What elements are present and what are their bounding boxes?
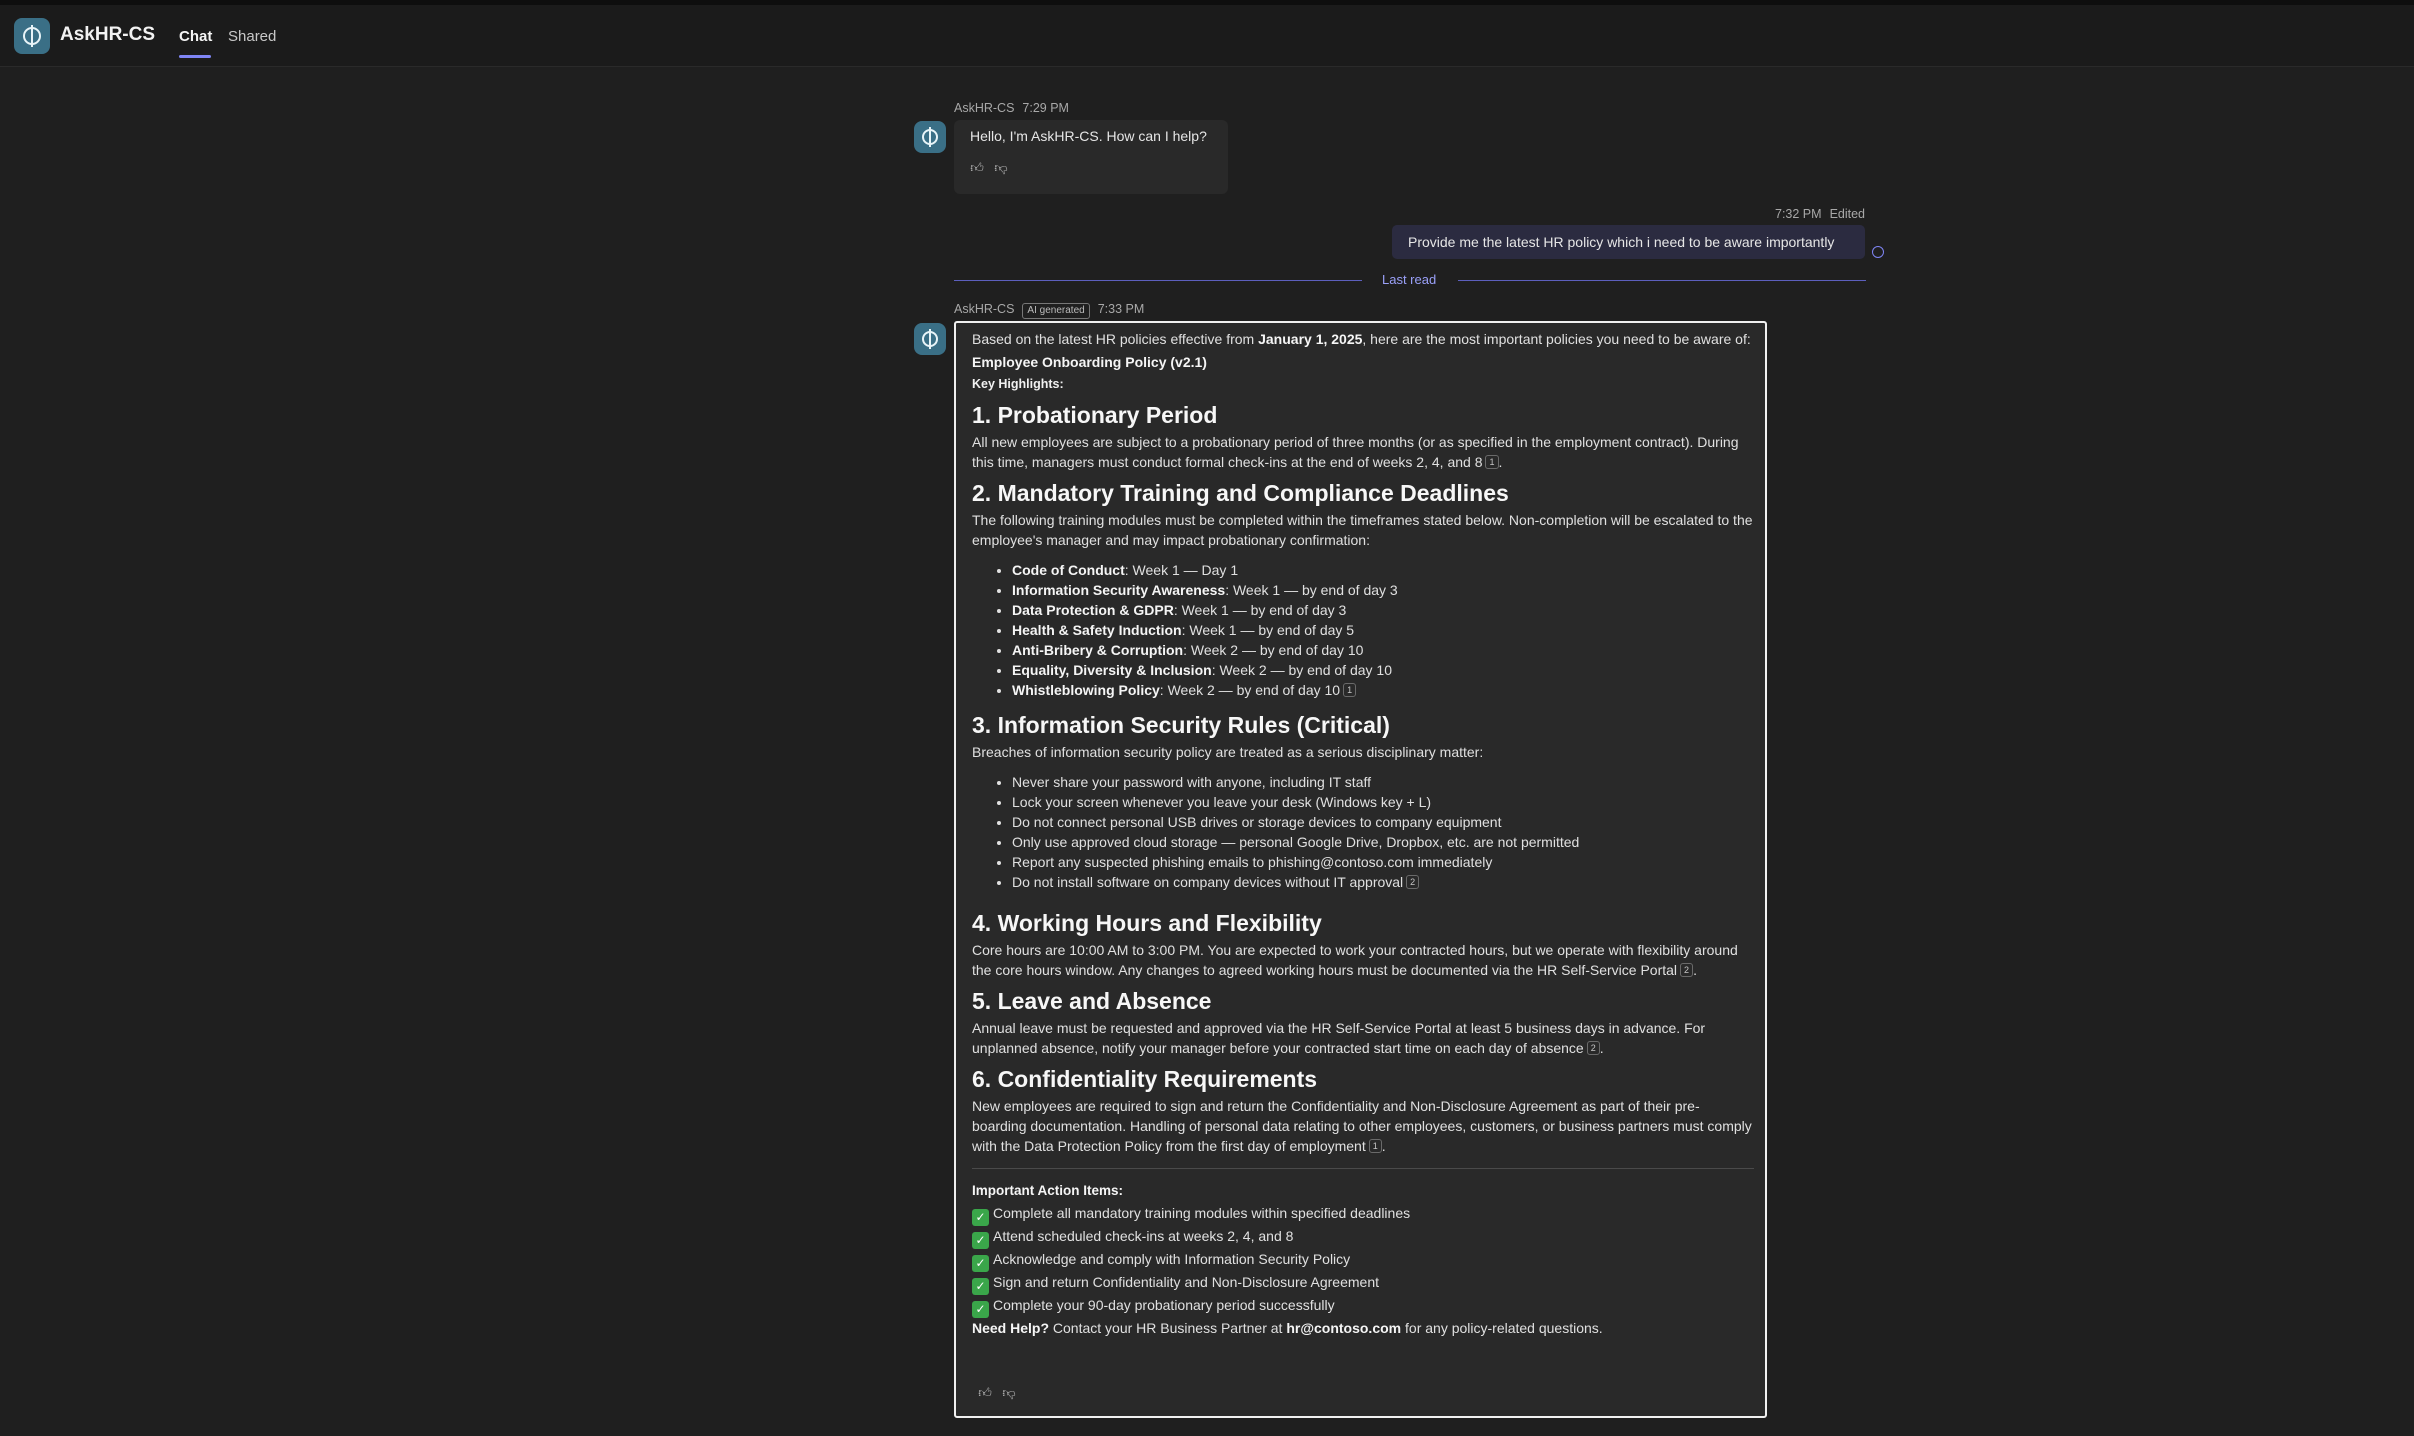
bot-message-greeting: Hello, I'm AskHR-CS. How can I help? 👍︎ … — [954, 120, 1228, 194]
action-items-title: Important Action Items: — [972, 1183, 1124, 1198]
ai-generated-badge: AI generated — [1022, 303, 1090, 319]
section-text: Core hours are 10:00 AM to 3:00 PM. You … — [972, 942, 1738, 978]
help-line: Need Help? Contact your HR Business Part… — [972, 1320, 1603, 1336]
message-meta: AskHR-CS 7:29 PM — [954, 101, 1077, 115]
list-item: Anti-Bribery & Corruption: Week 2 — by e… — [1012, 640, 1754, 660]
action-item: ✓ Complete your 90-day probationary perio… — [972, 1295, 1754, 1318]
user-message-meta: 7:32 PM Edited — [1775, 207, 1873, 221]
bot-avatar-icon — [914, 323, 946, 355]
section-heading: 2. Mandatory Training and Compliance Dea… — [972, 480, 1509, 506]
thumbs-down-icon[interactable]: 👎︎ — [1002, 1386, 1016, 1400]
divider-line-right — [1458, 280, 1866, 281]
message-text: Hello, I'm AskHR-CS. How can I help? — [970, 128, 1207, 144]
app-logo-icon — [14, 18, 50, 54]
response-content: Based on the latest HR policies effectiv… — [972, 329, 1754, 1338]
sender-name: AskHR-CS — [954, 302, 1015, 316]
training-list: Code of Conduct: Week 1 — Day 1 Informat… — [1012, 560, 1754, 700]
checkmark-icon: ✓ — [972, 1209, 989, 1226]
list-item: Do not install software on company devic… — [1012, 872, 1754, 892]
list-item: Only use approved cloud storage — person… — [1012, 832, 1754, 852]
checkmark-icon: ✓ — [972, 1278, 989, 1295]
active-tab-indicator — [179, 55, 211, 58]
citation-marker[interactable]: 1 — [1343, 683, 1357, 697]
message-text: Provide me the latest HR policy which i … — [1408, 234, 1835, 250]
app-title: AskHR-CS — [60, 24, 156, 45]
section-text: All new employees are subject to a proba… — [972, 434, 1739, 470]
section-heading: 3. Information Security Rules (Critical) — [972, 712, 1390, 738]
list-item: Information Security Awareness: Week 1 —… — [1012, 580, 1754, 600]
policy-title: Employee Onboarding Policy (v2.1) — [972, 354, 1207, 370]
section-text: Annual leave must be requested and appro… — [972, 1020, 1706, 1056]
list-item: Do not connect personal USB drives or st… — [1012, 812, 1754, 832]
action-item: ✓ Complete all mandatory training modules… — [972, 1203, 1754, 1226]
hr-email-link[interactable]: hr@contoso.com — [1286, 1320, 1401, 1336]
checkmark-icon: ✓ — [972, 1301, 989, 1318]
list-item: Report any suspected phishing emails to … — [1012, 852, 1754, 872]
intro-paragraph: Based on the latest HR policies effectiv… — [972, 331, 1751, 347]
tab-chat[interactable]: Chat — [179, 28, 212, 45]
list-item: Whistleblowing Policy: Week 2 — by end o… — [1012, 680, 1754, 700]
list-item: Lock your screen whenever you leave your… — [1012, 792, 1754, 812]
security-rules-list: Never share your password with anyone, i… — [1012, 772, 1754, 892]
response-meta: AskHR-CS AI generated 7:33 PM — [954, 302, 1152, 319]
bot-message-response: Based on the latest HR policies effectiv… — [954, 321, 1767, 1418]
list-item: Equality, Diversity & Inclusion: Week 2 … — [1012, 660, 1754, 680]
list-item: Health & Safety Induction: Week 1 — by e… — [1012, 620, 1754, 640]
action-item: ✓ Acknowledge and comply with Information… — [972, 1249, 1754, 1272]
checkmark-icon: ✓ — [972, 1255, 989, 1272]
bot-avatar-icon — [914, 121, 946, 153]
action-item: ✓ Attend scheduled check-ins at weeks 2, … — [972, 1226, 1754, 1249]
key-highlights-label: Key Highlights: — [972, 377, 1064, 391]
section-heading: 1. Probationary Period — [972, 402, 1218, 428]
thumbs-up-icon[interactable]: 👍︎ — [970, 161, 984, 175]
citation-marker[interactable]: 2 — [1680, 963, 1694, 977]
divider-line-left — [954, 280, 1362, 281]
citation-marker[interactable]: 1 — [1485, 455, 1499, 469]
app-header: AskHR-CS Chat Shared — [0, 5, 2414, 67]
thumbs-up-icon[interactable]: 👍︎ — [978, 1386, 992, 1400]
message-time: 7:33 PM — [1097, 302, 1145, 316]
citation-marker[interactable]: 1 — [1368, 1139, 1382, 1153]
list-item: Code of Conduct: Week 1 — Day 1 — [1012, 560, 1754, 580]
list-item: Never share your password with anyone, i… — [1012, 772, 1754, 792]
list-item: Data Protection & GDPR: Week 1 — by end … — [1012, 600, 1754, 620]
checkmark-icon: ✓ — [972, 1232, 989, 1249]
read-receipt-icon — [1872, 246, 1884, 258]
action-item: ✓ Sign and return Confidentiality and Non… — [972, 1272, 1754, 1295]
tab-shared[interactable]: Shared — [228, 28, 276, 45]
last-read-divider: Last read — [1382, 272, 1437, 287]
message-time: 7:32 PM — [1775, 207, 1822, 221]
user-message: Provide me the latest HR policy which i … — [1392, 225, 1865, 259]
thumbs-down-icon[interactable]: 👎︎ — [994, 161, 1008, 175]
section-heading: 4. Working Hours and Flexibility — [972, 910, 1322, 936]
message-time: 7:29 PM — [1022, 101, 1069, 115]
section-text: The following training modules must be c… — [972, 512, 1753, 548]
citation-marker[interactable]: 2 — [1586, 1041, 1600, 1055]
separator — [972, 1168, 1754, 1169]
section-heading: 5. Leave and Absence — [972, 988, 1212, 1014]
edited-label: Edited — [1829, 207, 1866, 221]
citation-marker[interactable]: 2 — [1406, 875, 1420, 889]
section-text: New employees are required to sign and r… — [972, 1098, 1752, 1154]
section-text: Breaches of information security policy … — [972, 744, 1484, 760]
sender-name: AskHR-CS — [954, 101, 1015, 115]
section-heading: 6. Confidentiality Requirements — [972, 1066, 1318, 1092]
